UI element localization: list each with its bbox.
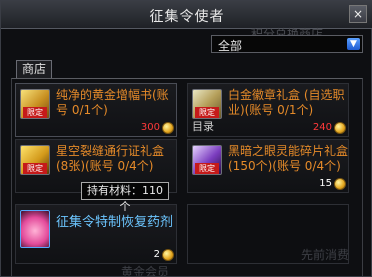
item-name: 星空裂缝通行证礼盒 (8张)(账号 0/4个) [56,144,165,173]
background-text: 先前消费 [301,248,350,262]
limited-badge: 限定 [23,107,47,118]
chevron-down-icon[interactable]: ▼ [347,38,360,50]
item-price: 2 [153,249,160,260]
tab-shop[interactable]: 商店 [16,60,52,78]
category-filter-dropdown[interactable]: 全部 ▼ [211,35,363,53]
item-price: 300 [140,122,160,133]
gold-book-icon: 限定 [20,89,50,119]
coin-icon [334,178,346,190]
npc-shop-window: 征集令使者 × 积分兑换商店 全部 ▼ 商店 限定 纯净的黄金增幅书(账号 0/… [0,0,372,277]
limited-badge: 限定 [195,107,219,118]
item-name: 纯净的黄金增幅书(账号 0/1个) [56,88,169,117]
limited-badge: 限定 [195,163,219,174]
dropdown-selected-value: 全部 [218,39,243,53]
shop-item-platinum-badge-box[interactable]: 限定 白金徽章礼盒 (自选职业)(账号 0/1个) 目录 240 [187,83,349,137]
platinum-badge-box-icon: 限定 [192,89,222,119]
item-price: 15 [319,178,332,189]
coin-icon [334,122,346,134]
coin-icon [162,249,174,261]
limited-badge: 限定 [23,163,47,174]
item-name: 白金徽章礼盒 (自选职业)(账号 0/1个) [228,88,345,117]
starry-pass-box-icon: 限定 [20,145,50,175]
shop-item-dark-eye-shard-box[interactable]: 限定 黑暗之眼灵能碎片礼盒 (150个)(账号 0/4个) 15 [187,139,349,193]
dark-eye-shard-box-icon: 限定 [192,145,222,175]
recovery-potion-icon [20,210,50,248]
item-name: 黑暗之眼灵能碎片礼盒 (150个)(账号 0/4个) [228,144,349,173]
shop-item-gold-book[interactable]: 限定 纯净的黄金增幅书(账号 0/1个) 300 [15,83,177,137]
window-title: 征集令使者 [149,9,225,25]
coin-icon [162,122,174,134]
background-text: 黄金会员 [121,265,170,277]
item-name: 征集令特制恢复药剂 [56,215,174,230]
catalog-label: 目录 [192,120,214,133]
shop-item-recovery-potion[interactable]: 征集令特制恢复药剂 2 [15,204,177,264]
item-price: 240 [312,122,332,133]
held-material-tooltip: 持有材料：110个 [81,182,169,213]
close-button[interactable]: × [349,5,367,23]
